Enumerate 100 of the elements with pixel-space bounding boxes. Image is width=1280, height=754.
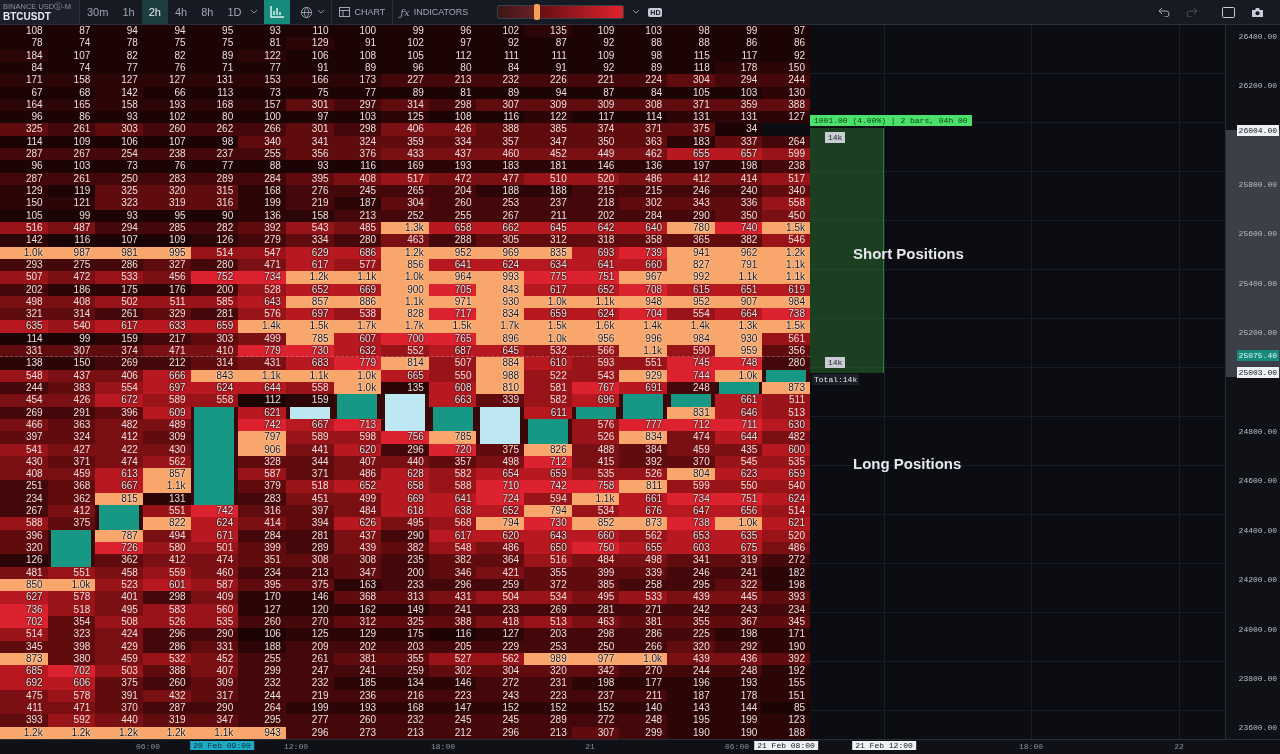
heatmap-cell: 308 [285,554,334,567]
timeframe-tab[interactable]: 1D [220,0,249,24]
heatmap-cell: 507 [0,271,48,284]
timeframe-tab[interactable]: 30m [80,0,116,24]
heatmap-cell: 697 [285,308,334,321]
price-label: 25075.40 [1236,350,1279,361]
heatmap-cell: 298 [142,591,191,604]
heatmap-cell: 952 [667,295,715,309]
heatmap-cell: 412 [142,554,191,567]
heatmap-cell: 779 [238,345,286,358]
heatmap-cell: 738 [667,517,715,530]
heatmap-cell: 245 [428,714,477,727]
heatmap-cell: 669 [381,492,429,506]
heatmap-cell: 199 [238,197,286,210]
heatmap-cell: 726 [95,542,143,555]
price-label: 24800.00 [1238,427,1277,436]
heatmap-cell: 96 [0,111,48,124]
heatmap-cell: 296 [142,628,191,641]
heatmap-cell: 96 [0,160,48,173]
heatmap-cell: 661 [714,394,763,407]
heatmap-cell: 568 [428,517,477,530]
camera-icon[interactable] [1251,6,1264,18]
heatmap-cell: 514 [762,505,810,518]
heatmap-cell: 34 [714,123,763,136]
heatmap-cell: 484 [333,505,382,518]
caret-icon[interactable] [250,9,259,15]
heatmap-cell: 213 [428,74,477,87]
bar-chart-icon[interactable] [264,0,291,24]
heatmap-cell: 266 [238,123,286,136]
heatmap-cell: 742 [238,418,286,432]
heatmap-cell: 193 [333,702,382,715]
heatmap-cell: 650 [524,542,572,555]
heatmap-cell: 822 [142,517,191,530]
heatmap-cell: 78 [0,37,48,50]
heatmap-cell: 826 [524,443,572,456]
chart-button[interactable]: CHART [331,0,393,24]
heatmap-cell: 196 [667,677,715,690]
heatmap-cell: 88 [619,37,668,50]
heatmap-cell: 77 [190,160,239,173]
heatmap-cell: 232 [476,74,525,87]
heatmap-cell: 99 [714,25,763,38]
heatmap-cell: 426 [428,123,477,136]
heatmap-cell: 1.4k [238,320,286,333]
time-label: 06:00 [725,742,749,751]
globe-icon[interactable] [300,5,314,19]
indicators-button[interactable]: ƒx INDICATORS [392,0,476,24]
heatmap-cell: 379 [238,480,286,493]
fullscreen-icon[interactable] [1222,6,1235,18]
heatmap-cell: 260 [142,123,191,136]
heatmap-cell: 393 [0,714,48,727]
heatmap-cell: 168 [238,185,286,198]
heatmap-cell: 92 [571,37,620,50]
heatmap-cell: 526 [619,468,668,481]
heatmap-cell: 431 [428,591,477,604]
heatmap-cell: 307 [47,345,96,358]
heatmap-cell: 661 [619,492,668,506]
heatmap-cell: 102 [142,111,191,124]
heatmap-cell: 244 [762,74,810,87]
heatmap-cell: 81 [238,37,286,50]
heatmap-cell: 730 [524,517,572,530]
opacity-slider[interactable] [497,5,625,19]
heatmap-cell: 305 [476,234,525,247]
heatmap-cell: 456 [142,271,191,284]
timeframe-tab[interactable]: 1h [115,0,142,24]
heatmap-cell: 375 [667,123,715,136]
heatmap-cell: 342 [571,665,620,678]
caret-icon[interactable] [632,9,641,15]
price-label: 26004.00 [1236,125,1279,136]
slider-thumb[interactable] [534,4,541,20]
heatmap-cell: 325 [0,123,48,136]
heatmap-cell: 86 [714,37,763,50]
heatmap-cell: 316 [190,197,239,210]
heatmap-cell: 312 [524,234,572,247]
timeframe-tab[interactable]: 4h [167,0,195,24]
heatmap-cell: 647 [667,505,715,518]
price-label: 25200.00 [1238,328,1277,337]
heatmap-cell: 232 [285,677,334,690]
heatmap-cell: 702 [0,615,48,629]
heatmap-cell: 188 [524,185,572,198]
heatmap-cell: 138 [0,357,48,370]
heatmap-cell: 437 [428,148,477,161]
heatmap-cell: 406 [381,123,429,136]
heatmap-cell: 298 [571,628,620,641]
time-label: 21 [585,742,595,751]
price-label: 25600.00 [1238,229,1277,238]
heatmap-cell: 95 [190,25,239,38]
heatmap-cell: 313 [381,591,429,604]
heatmap-cell: 554 [667,308,715,321]
heatmap-cell: 1.6k [571,320,620,333]
timeframe-tab[interactable]: 8h [194,0,221,24]
undo-icon[interactable] [1158,7,1170,17]
heatmap-cell: 188 [476,185,525,198]
heatmap-cell: 645 [476,345,525,358]
heatmap-cell: 397 [0,431,48,444]
heatmap-cell: 558 [190,394,239,407]
heatmap-cell: 187 [333,197,382,210]
heatmap-cell: 74 [47,37,96,50]
timeframe-tab[interactable]: 2h [141,0,168,24]
caret-icon[interactable] [317,9,326,15]
heatmap-cell: 439 [333,542,382,555]
